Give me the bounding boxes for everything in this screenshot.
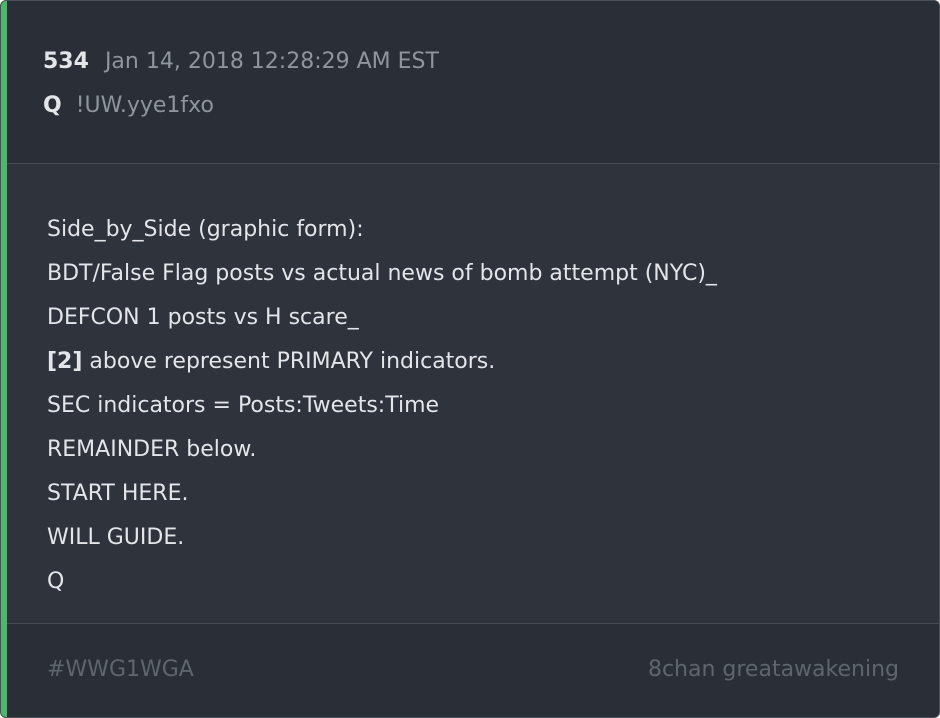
hashtag: #WWG1WGA bbox=[47, 657, 194, 682]
post-line: SEC indicators = Posts:Tweets:Time bbox=[47, 384, 717, 428]
post-line: WILL GUIDE. bbox=[47, 516, 717, 560]
line-text: DEFCON 1 posts vs H scare_ bbox=[47, 305, 359, 330]
post-date: Jan 14, 2018 12:28:29 AM EST bbox=[104, 49, 439, 74]
line-text: Q bbox=[47, 569, 65, 594]
line-text: Side_by_Side (graphic form): bbox=[47, 217, 364, 242]
author-row: Q !UW.yye1fxo bbox=[43, 93, 214, 118]
line-text: REMAINDER below. bbox=[47, 437, 257, 462]
post-card: 534 Jan 14, 2018 12:28:29 AM EST Q !UW.y… bbox=[0, 0, 940, 718]
line-text: BDT/False Flag posts vs actual news of b… bbox=[47, 261, 717, 286]
post-header: 534 Jan 14, 2018 12:28:29 AM EST Q !UW.y… bbox=[7, 1, 939, 164]
post-line: Side_by_Side (graphic form): bbox=[47, 208, 717, 252]
board-name: 8chan greatawakening bbox=[647, 657, 899, 682]
post-line: DEFCON 1 posts vs H scare_ bbox=[47, 296, 717, 340]
post-meta-row: 534 Jan 14, 2018 12:28:29 AM EST bbox=[43, 49, 439, 74]
tripcode: !UW.yye1fxo bbox=[75, 93, 214, 118]
line-text: above represent PRIMARY indicators. bbox=[82, 349, 496, 374]
reference-link[interactable]: [2] bbox=[47, 349, 82, 374]
post-body: Side_by_Side (graphic form): BDT/False F… bbox=[7, 164, 939, 622]
post-number[interactable]: 534 bbox=[43, 49, 89, 74]
post-text: Side_by_Side (graphic form): BDT/False F… bbox=[47, 208, 717, 604]
post-line: START HERE. bbox=[47, 472, 717, 516]
line-text: SEC indicators = Posts:Tweets:Time bbox=[47, 393, 440, 418]
line-text: WILL GUIDE. bbox=[47, 525, 185, 550]
line-text: START HERE. bbox=[47, 481, 189, 506]
author-name: Q bbox=[43, 93, 62, 118]
post-line: BDT/False Flag posts vs actual news of b… bbox=[47, 252, 717, 296]
post-line: [2] above represent PRIMARY indicators. bbox=[47, 340, 717, 384]
post-line: REMAINDER below. bbox=[47, 428, 717, 472]
post-line: Q bbox=[47, 560, 717, 604]
post-footer: #WWG1WGA 8chan greatawakening bbox=[7, 623, 939, 717]
